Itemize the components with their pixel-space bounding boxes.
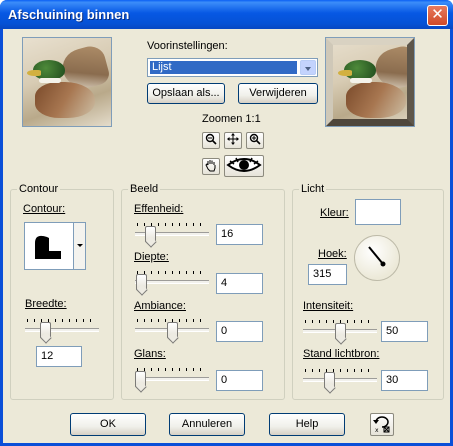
chevron-down-icon[interactable] [300,60,316,75]
color-label: Kleur: [320,207,349,219]
width-slider[interactable] [25,318,99,338]
width-label: Breedte: [25,298,67,310]
window-title: Afschuining binnen [8,7,130,22]
presets-label: Voorinstellingen: [147,40,228,52]
gloss-slider-thumb[interactable] [135,371,146,387]
preview-result[interactable] [325,37,415,127]
smoothness-label: Effenheid: [134,203,184,215]
help-button[interactable]: Help [269,413,345,436]
elevation-slider-thumb[interactable] [324,372,335,388]
ambience-slider-thumb[interactable] [167,322,178,338]
intensity-label: Intensiteit: [303,300,354,312]
image-group-title: Beeld [128,183,161,195]
smoothness-input[interactable]: 16 [216,224,263,245]
contour-group: Contour [10,183,114,400]
angle-dial-needle [368,246,386,267]
elevation-input[interactable]: 30 [381,370,428,391]
dialog-window: Afschuining binnen ✕ Voorinstellingen: L… [0,0,453,446]
ambience-slider[interactable] [135,318,209,338]
smoothness-slider[interactable] [135,222,209,242]
hand-icon[interactable] [202,158,220,175]
zoom-label: Zoomen 1:1 [202,113,261,125]
smoothness-slider-thumb[interactable] [145,226,156,242]
width-input[interactable]: 12 [36,346,82,367]
contour-dropdown-arrow[interactable] [73,223,85,269]
depth-slider[interactable] [135,270,209,290]
elevation-label: Stand lichtbron: [303,348,380,360]
gloss-slider[interactable] [135,367,209,387]
presets-select[interactable]: Lijst [147,58,318,77]
ok-button[interactable]: OK [70,413,146,436]
bevel-frame [326,38,414,126]
light-group-title: Licht [299,183,327,195]
delete-button[interactable]: Verwijderen [238,83,318,104]
angle-label: Hoek: [318,248,347,260]
zoom-out-icon[interactable] [202,132,220,149]
intensity-input[interactable]: 50 [381,321,428,342]
elevation-slider[interactable] [303,368,377,388]
ambience-label: Ambiance: [134,300,186,312]
presets-selected-value: Lijst [150,61,297,74]
close-button[interactable]: ✕ [427,5,448,26]
angle-input[interactable]: 315 [308,264,347,285]
preview-original[interactable] [22,37,112,127]
contour-curve-icon [35,235,61,259]
gloss-label: Glans: [134,348,166,360]
cancel-button[interactable]: Annuleren [169,413,245,436]
light-color-swatch[interactable] [355,199,401,225]
gloss-input[interactable]: 0 [216,370,263,391]
depth-label: Diepte: [134,251,169,263]
intensity-slider[interactable] [303,319,377,339]
contour-label: Contour: [23,203,66,215]
zoom-in-icon[interactable] [246,132,264,149]
close-icon: ✕ [431,6,444,23]
depth-input[interactable]: 4 [216,273,263,294]
intensity-slider-thumb[interactable] [335,323,346,339]
save-as-button[interactable]: Opslaan als... [147,83,225,104]
contour-picker[interactable] [24,222,86,270]
eye-icon[interactable] [224,155,264,177]
depth-slider-thumb[interactable] [136,274,147,290]
reset-icon[interactable]: x [370,413,394,436]
ambience-input[interactable]: 0 [216,321,263,342]
contour-group-title: Contour [17,183,61,195]
title-bar: Afschuining binnen ✕ [0,0,453,29]
svg-text:x: x [375,427,379,433]
pan-icon[interactable] [224,132,242,149]
preview-image [23,38,111,126]
angle-dial[interactable] [354,235,400,281]
width-slider-thumb[interactable] [40,322,51,338]
